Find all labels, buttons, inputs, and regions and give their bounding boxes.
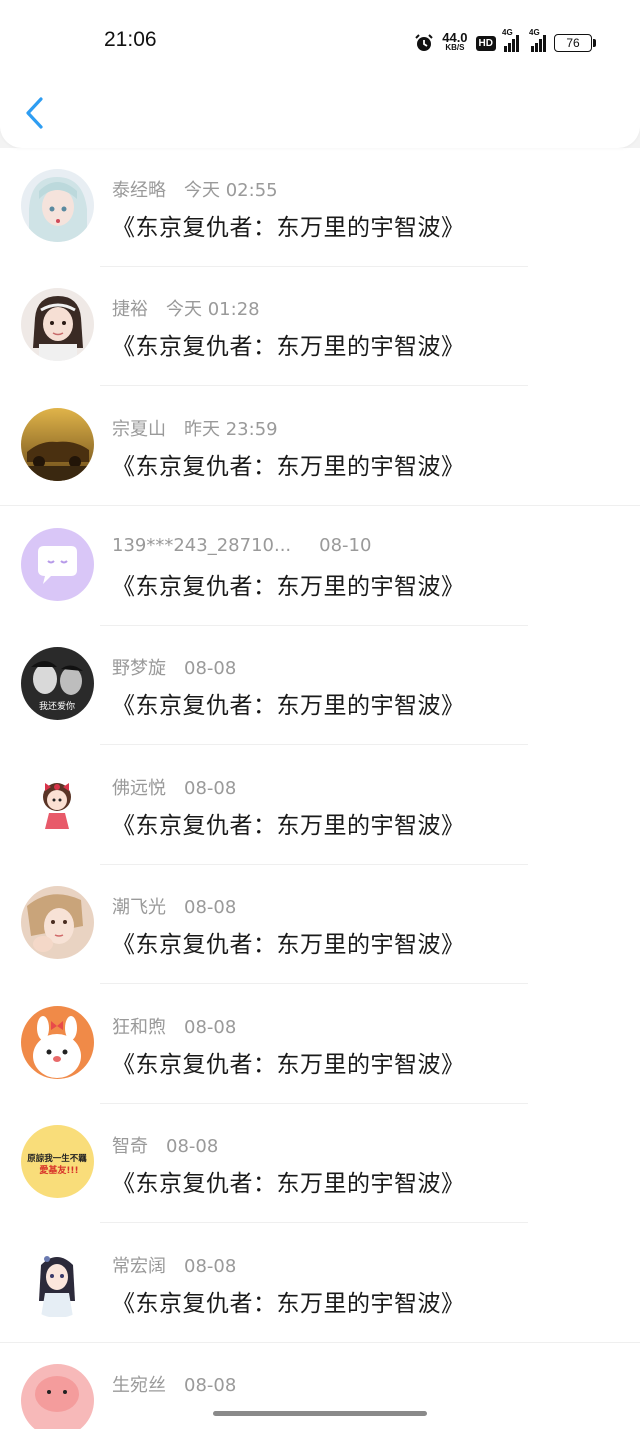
sender-name: 野梦旋: [112, 658, 166, 679]
avatar[interactable]: [21, 767, 94, 840]
sender-name: 潮飞光: [112, 897, 166, 918]
status-time: 21:06: [104, 28, 157, 51]
home-indicator[interactable]: [213, 1411, 427, 1416]
message-time: 08-08: [184, 1017, 237, 1038]
avatar[interactable]: [21, 886, 94, 959]
top-bar: 21:06 44.0 KB/S HD 4G 4G 76: [0, 0, 640, 148]
message-title: 《东京复仇者：东万里的宇智波》: [112, 1171, 465, 1197]
list-item[interactable]: 生宛丝 08-08: [0, 1343, 640, 1429]
list-item[interactable]: 139***243_28710... 08-10 《东京复仇者：东万里的宇智波》: [0, 507, 640, 626]
list-item[interactable]: 捷裕 今天 01:28 《东京复仇者：东万里的宇智波》: [0, 267, 640, 386]
message-time: 08-08: [184, 1256, 237, 1277]
back-arrow-icon[interactable]: [22, 96, 48, 130]
status-icons: 44.0 KB/S HD 4G 4G 76: [414, 28, 596, 57]
sender-name: 139***243_28710...: [112, 535, 292, 556]
message-title: 《东京复仇者：东万里的宇智波》: [112, 693, 465, 719]
avatar-caption: 我还爱你: [39, 700, 75, 712]
message-time: 08-08: [184, 778, 237, 799]
sender-name: 常宏阔: [112, 1256, 166, 1277]
divider: [100, 1222, 528, 1223]
alarm-icon: [415, 34, 433, 51]
divider: [100, 744, 528, 745]
sender-name: 泰经略: [112, 180, 166, 201]
message-title: 《东京复仇者：东万里的宇智波》: [112, 574, 465, 600]
list-item[interactable]: 潮飞光 08-08 《东京复仇者：东万里的宇智波》: [0, 865, 640, 984]
avatar[interactable]: [21, 528, 94, 601]
avatar-caption-1: 原諒我一生不羈: [27, 1153, 87, 1164]
message-title: 《东京复仇者：东万里的宇智波》: [112, 454, 465, 480]
message-title: 《东京复仇者：东万里的宇智波》: [112, 215, 465, 241]
list-item[interactable]: 我还爱你 野梦旋 08-08 《东京复仇者：东万里的宇智波》: [0, 626, 640, 745]
message-time: 昨天 23:59: [184, 419, 278, 440]
avatar[interactable]: [21, 288, 94, 361]
sender-name: 捷裕: [112, 299, 148, 320]
sender-name: 智奇: [112, 1136, 148, 1157]
message-time: 08-08: [184, 1375, 237, 1396]
signal-sim1-icon: 4G: [502, 28, 519, 52]
message-time: 08-10: [319, 535, 372, 556]
list-item[interactable]: 佛远悦 08-08 《东京复仇者：东万里的宇智波》: [0, 746, 640, 865]
avatar[interactable]: 原諒我一生不羈 愛基友!!!: [21, 1125, 94, 1198]
avatar[interactable]: [21, 1006, 94, 1079]
avatar[interactable]: 我还爱你: [21, 647, 94, 720]
network-speed: 44.0 KB/S: [442, 30, 468, 52]
message-time: 08-08: [184, 658, 237, 679]
avatar[interactable]: [21, 1245, 94, 1318]
message-title: 《东京复仇者：东万里的宇智波》: [112, 813, 465, 839]
message-title: 《东京复仇者：东万里的宇智波》: [112, 1052, 465, 1078]
list-item[interactable]: 原諒我一生不羈 愛基友!!! 智奇 08-08 《东京复仇者：东万里的宇智波》: [0, 1104, 640, 1223]
list-item[interactable]: 狂和煦 08-08 《东京复仇者：东万里的宇智波》: [0, 985, 640, 1104]
divider: [100, 983, 528, 984]
list-item[interactable]: 泰经略 今天 02:55 《东京复仇者：东万里的宇智波》: [0, 148, 640, 267]
message-title: 《东京复仇者：东万里的宇智波》: [112, 1291, 465, 1317]
avatar[interactable]: [21, 169, 94, 242]
sender-name: 佛远悦: [112, 778, 166, 799]
hd-badge: HD: [475, 35, 496, 51]
list-item[interactable]: 宗夏山 昨天 23:59 《东京复仇者：东万里的宇智波》: [0, 387, 640, 506]
list-item[interactable]: 常宏阔 08-08 《东京复仇者：东万里的宇智波》: [0, 1224, 640, 1343]
sender-name: 宗夏山: [112, 419, 166, 440]
sender-name: 生宛丝: [112, 1375, 166, 1396]
message-title: 《东京复仇者：东万里的宇智波》: [112, 932, 465, 958]
sender-name: 狂和煦: [112, 1017, 166, 1038]
divider: [100, 385, 528, 386]
message-time: 今天 02:55: [184, 180, 278, 201]
message-title: 《东京复仇者：东万里的宇智波》: [112, 334, 465, 360]
message-list: 泰经略 今天 02:55 《东京复仇者：东万里的宇智波》 捷裕 今天 01:28 《…: [0, 148, 640, 1429]
battery-icon: 76: [554, 34, 596, 52]
message-time: 08-08: [184, 897, 237, 918]
avatar[interactable]: [21, 1364, 94, 1429]
avatar-caption-2: 愛基友!!!: [39, 1164, 78, 1176]
avatar[interactable]: [21, 408, 94, 481]
message-time: 08-08: [166, 1136, 219, 1157]
message-time: 今天 01:28: [166, 299, 260, 320]
signal-sim2-icon: 4G: [529, 28, 546, 52]
divider: [0, 505, 640, 506]
